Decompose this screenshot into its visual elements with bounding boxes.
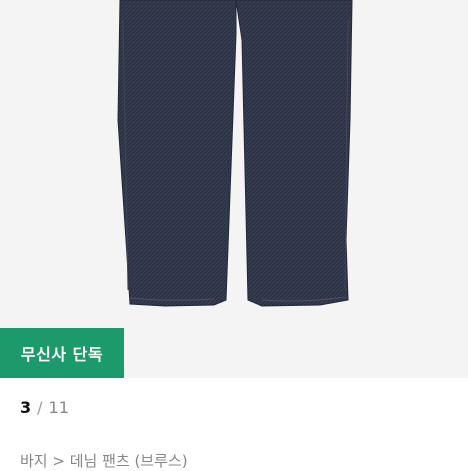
image-pagination: 3 / 11 — [20, 398, 69, 417]
denim-pants-illustration — [117, 0, 353, 307]
current-page: 3 — [20, 398, 32, 417]
total-pages: 11 — [48, 398, 69, 417]
product-image[interactable]: 무신사 단독 — [0, 0, 468, 378]
page-separator: / — [37, 398, 43, 417]
exclusive-badge: 무신사 단독 — [0, 328, 124, 378]
